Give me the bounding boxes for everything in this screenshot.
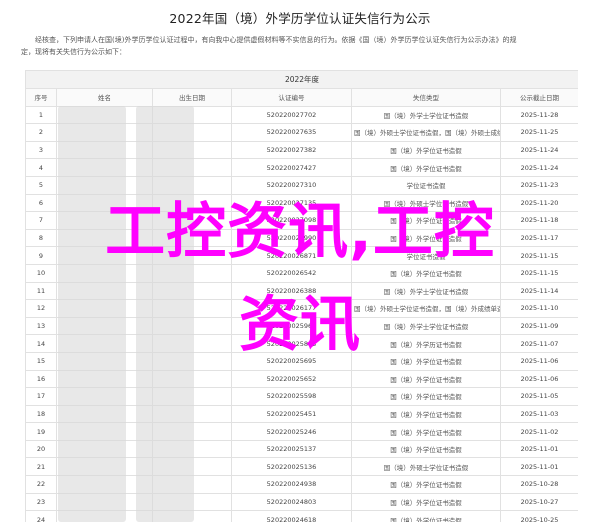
- row-number-cell: 20: [25, 439, 57, 459]
- deadline-cell: 2025-11-01: [500, 457, 578, 477]
- watermark-text: 工控资讯,工控: [105, 197, 495, 267]
- violation-type-cell: 国（境）外硕士学位证书造假，国（境）外硕士成绩单造假: [351, 123, 501, 142]
- row-number-cell: 23: [25, 492, 57, 512]
- deadline-cell: 2025-11-25: [500, 123, 578, 142]
- violation-type-cell: 国（境）外学位证书造假: [351, 404, 501, 424]
- deadline-cell: 2025-11-24: [500, 158, 578, 177]
- violation-type-cell: 国（境）外学位证书造假: [351, 369, 501, 389]
- row-number-cell: 16: [25, 369, 57, 389]
- deadline-cell: 2025-11-03: [500, 404, 578, 424]
- row-number-cell: 17: [25, 387, 57, 406]
- deadline-cell: 2025-10-25: [500, 510, 578, 522]
- intro-line: 定，现将有关失信行为公示如下：: [21, 48, 126, 56]
- page-title: 2022年国（境）外学历学位认证失信行为公示: [169, 11, 431, 26]
- deadline-cell: 2025-11-28: [500, 105, 578, 125]
- column-header-no: 序号: [25, 88, 57, 107]
- violation-type-cell: 国（境）外学位证书造假: [351, 492, 501, 512]
- cert-number-cell: 520220024803: [231, 492, 352, 512]
- row-number-cell: 24: [25, 510, 57, 522]
- column-header-deadline: 公示截止日期: [500, 88, 578, 107]
- deadline-cell: 2025-10-27: [500, 492, 578, 512]
- violation-type-cell: 国（境）外学位证书造假: [351, 510, 501, 522]
- column-header-type: 失信类型: [351, 88, 501, 107]
- violation-type-cell: 国（境）外硕士学位证书造假: [351, 457, 501, 477]
- cert-number-cell: 520220027427: [231, 158, 352, 177]
- row-number-cell: 22: [25, 475, 57, 494]
- cert-number-cell: 520220025451: [231, 404, 352, 424]
- violation-type-cell: 国（境）外学位证书造假: [351, 158, 501, 177]
- cert-number-cell: 520220024618: [231, 510, 352, 522]
- violation-type-cell: 国（境）外学位证书造假: [351, 422, 501, 441]
- deadline-cell: 2025-11-24: [500, 140, 578, 160]
- violation-type-cell: 国（境）外学士学位证书造假: [351, 105, 501, 125]
- violation-type-cell: 国（境）外学位证书造假: [351, 387, 501, 406]
- row-number-cell: 19: [25, 422, 57, 441]
- intro-line: 经核查，下列申请人在国(境)外学历学位认证过程中，有向我中心提供虚假材料等不实信…: [35, 36, 517, 44]
- violation-type-cell: 国（境）外学位证书造假: [351, 439, 501, 459]
- row-number-cell: 18: [25, 404, 57, 424]
- cert-number-cell: 520220024938: [231, 475, 352, 494]
- table-caption: 2022年度: [25, 70, 578, 89]
- deadline-cell: 2025-11-01: [500, 439, 578, 459]
- deadline-cell: 2025-11-02: [500, 422, 578, 441]
- cert-number-cell: 520220025137: [231, 439, 352, 459]
- deadline-cell: 2025-11-06: [500, 369, 578, 389]
- column-header-name: 姓名: [56, 88, 153, 107]
- cert-number-cell: 520220025598: [231, 387, 352, 406]
- column-header-birthdate: 出生日期: [152, 88, 232, 107]
- row-number-cell: 2: [25, 123, 57, 142]
- column-header-cert-no: 认证编号: [231, 88, 352, 107]
- cert-number-cell: 520220027702: [231, 105, 352, 125]
- deadline-cell: 2025-10-28: [500, 475, 578, 494]
- intro-paragraph: 经核查，下列申请人在国(境)外学历学位认证过程中，有向我中心提供虚假材料等不实信…: [21, 34, 587, 58]
- cert-number-cell: 520220027382: [231, 140, 352, 160]
- cert-number-cell: 520220025136: [231, 457, 352, 477]
- deadline-cell: 2025-11-05: [500, 387, 578, 406]
- cert-number-cell: 520220025246: [231, 422, 352, 441]
- violation-type-cell: 国（境）外学位证书造假: [351, 140, 501, 160]
- row-number-cell: 1: [25, 105, 57, 125]
- violation-type-cell: 国（境）外学位证书造假: [351, 475, 501, 494]
- row-number-cell: 3: [25, 140, 57, 160]
- cert-number-cell: 520220025652: [231, 369, 352, 389]
- row-number-cell: 21: [25, 457, 57, 477]
- cert-number-cell: 520220027635: [231, 123, 352, 142]
- watermark-text: 资讯: [239, 290, 361, 360]
- row-number-cell: 4: [25, 158, 57, 177]
